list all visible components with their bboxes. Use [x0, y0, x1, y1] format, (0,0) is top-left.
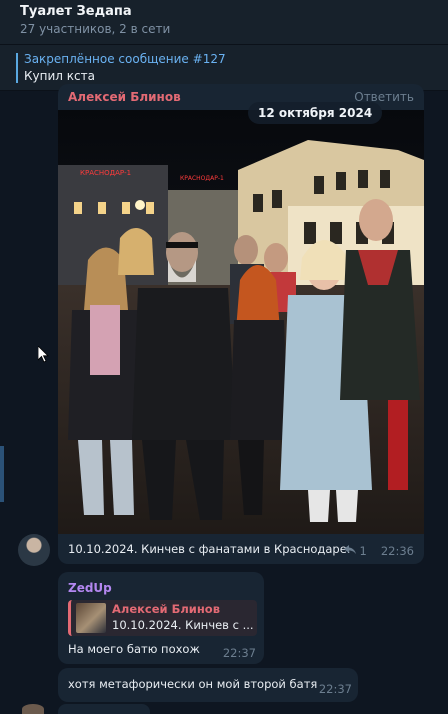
pinned-title: Закреплённое сообщение #127: [24, 52, 226, 66]
chat-subtitle: 27 участников, 2 в сети: [20, 22, 171, 36]
message-text: хотя метафорически он мой второй батя: [68, 677, 318, 691]
reply-message[interactable]: ZedUp Алексей Блинов 10.10.2024. Кинчев …: [58, 572, 264, 664]
station-sign: КРАСНОДАР-1: [180, 175, 224, 182]
message-time: 22:37: [318, 682, 352, 696]
quoted-message[interactable]: Алексей Блинов 10.10.2024. Кинчев с ...: [68, 600, 257, 636]
station-sign: КРАСНОДАР-1: [80, 169, 131, 177]
pinned-text: Купил кста: [24, 69, 95, 83]
chat-title: Туалет Зедапа: [20, 4, 132, 19]
avatar[interactable]: [22, 704, 44, 714]
message-photo[interactable]: КРАСНОДАР-1 КРАСНОДАР-1: [58, 110, 424, 534]
mouse-pointer-icon: [37, 345, 50, 368]
message-caption: 10.10.2024. Кинчев с фанатами в Краснода…: [68, 542, 351, 556]
photo-message[interactable]: Алексей Блинов Ответить КРАСНОДАР-1 КРАС…: [58, 84, 424, 564]
message-meta: 1 22:36: [343, 544, 414, 558]
date-badge: 12 октября 2024: [248, 102, 383, 124]
quote-sender: Алексей Блинов: [112, 602, 220, 616]
text-message[interactable]: хотя метафорически он мой второй батя 22…: [58, 668, 358, 702]
message-text: На моего батю похож: [68, 642, 200, 656]
quote-text: 10.10.2024. Кинчев с ...: [112, 618, 254, 632]
message-time: 22:36: [380, 544, 414, 558]
avatar[interactable]: [18, 534, 50, 566]
message-time: 22:37: [222, 646, 256, 660]
next-message[interactable]: [58, 704, 150, 714]
reply-arrow-icon[interactable]: [343, 544, 356, 558]
message-sender[interactable]: Алексей Блинов: [68, 90, 181, 104]
message-sender[interactable]: ZedUp: [68, 581, 112, 595]
chat-header[interactable]: Туалет Зедапа 27 участников, 2 в сети: [0, 0, 448, 45]
photo-image: КРАСНОДАР-1 КРАСНОДАР-1: [58, 110, 424, 534]
forward-count: 1: [359, 544, 367, 558]
quote-thumbnail: [76, 603, 106, 633]
scroll-indicator: [0, 446, 4, 502]
pinned-accent-bar: [16, 53, 18, 83]
